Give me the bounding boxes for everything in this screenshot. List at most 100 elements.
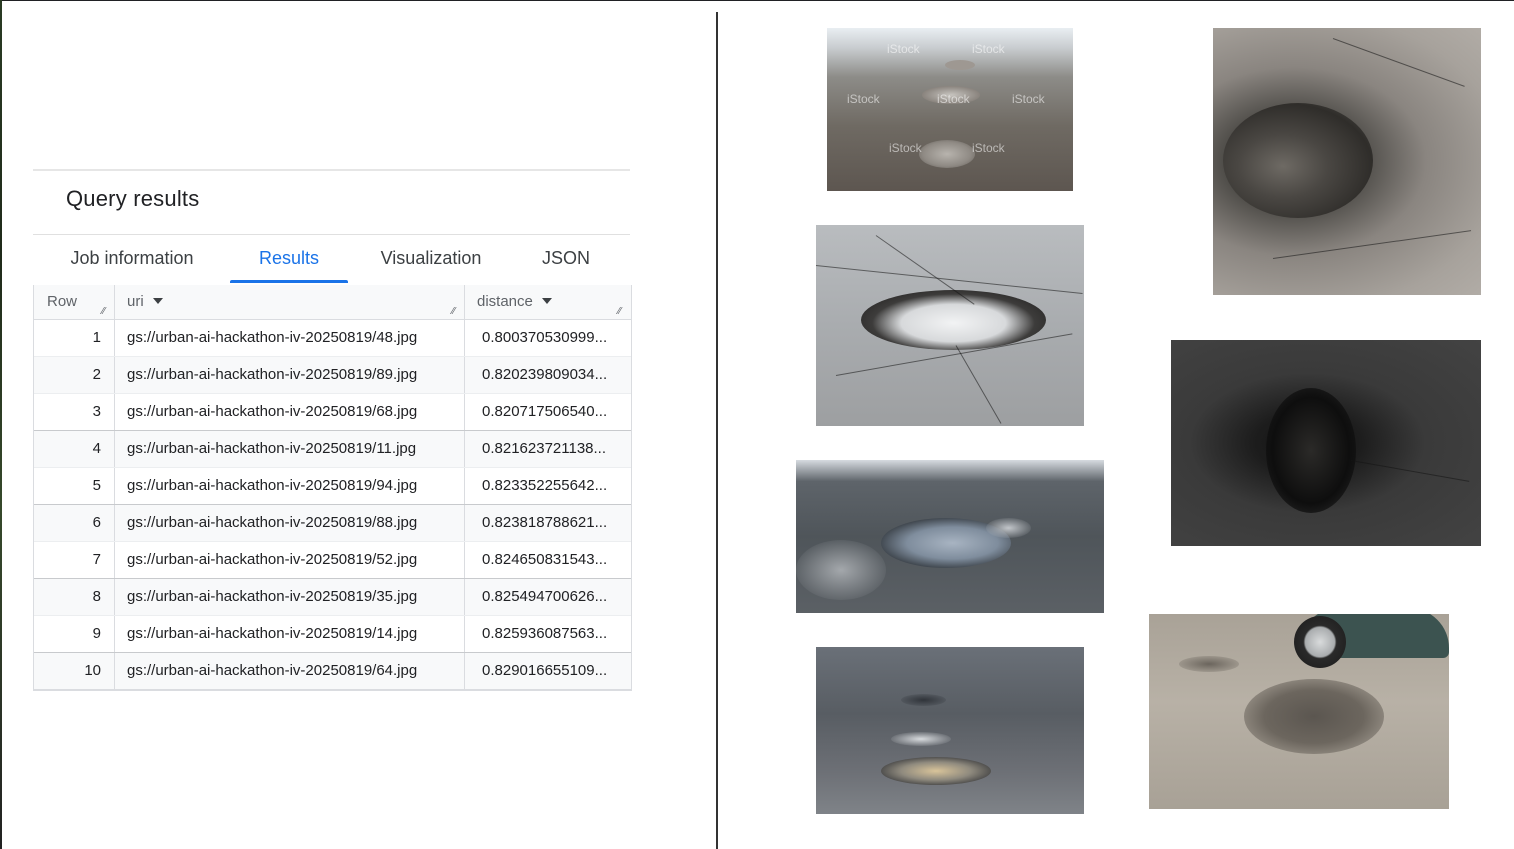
table-row[interactable]: 10 gs://urban-ai-hackathon-iv-20250819/6… [34, 653, 631, 689]
istock-watermark: iStock [847, 92, 880, 106]
table-row[interactable]: 2 gs://urban-ai-hackathon-iv-20250819/89… [34, 357, 631, 394]
cell-separator [114, 320, 115, 356]
uri-cell[interactable]: gs://urban-ai-hackathon-iv-20250819/14.j… [127, 616, 462, 652]
crack-line [1350, 460, 1470, 482]
pothole-crater [1266, 388, 1356, 513]
column-header-distance-label: distance [477, 293, 533, 310]
distance-cell[interactable]: 0.823818788621... [482, 505, 622, 541]
distance-cell[interactable]: 0.800370530999... [482, 320, 622, 356]
crack-line [1332, 38, 1465, 87]
water-puddle [891, 732, 951, 746]
cell-separator [114, 468, 115, 504]
column-header-uri-label: uri [127, 293, 144, 310]
crack-line [955, 345, 1002, 424]
row-number: 10 [84, 662, 101, 679]
uri-cell[interactable]: gs://urban-ai-hackathon-iv-20250819/48.j… [127, 320, 462, 356]
cell-separator [114, 431, 115, 467]
table-row[interactable]: 4 gs://urban-ai-hackathon-iv-20250819/11… [34, 431, 631, 468]
cracked-pavement [796, 540, 886, 600]
pothole-crater [1244, 679, 1384, 754]
cell-separator [464, 357, 465, 393]
distance-cell[interactable]: 0.829016655109... [482, 653, 622, 689]
table-row[interactable]: 7 gs://urban-ai-hackathon-iv-20250819/52… [34, 542, 631, 579]
column-header-uri[interactable]: uri [127, 285, 163, 319]
uri-cell[interactable]: gs://urban-ai-hackathon-iv-20250819/52.j… [127, 542, 462, 578]
istock-watermark: iStock [972, 141, 1005, 155]
column-header-row[interactable]: Row [47, 285, 77, 319]
row-number: 1 [92, 329, 101, 346]
column-resize-icon[interactable]: ⁄⁄ [452, 307, 462, 317]
table-body: 1 gs://urban-ai-hackathon-iv-20250819/48… [34, 320, 631, 689]
uri-cell[interactable]: gs://urban-ai-hackathon-iv-20250819/11.j… [127, 431, 462, 467]
vertical-divider [716, 12, 718, 849]
uri-cell[interactable]: gs://urban-ai-hackathon-iv-20250819/88.j… [127, 505, 462, 541]
pothole-photo-4 [1171, 340, 1481, 546]
table-row[interactable]: 3 gs://urban-ai-hackathon-iv-20250819/68… [34, 394, 631, 431]
distance-cell[interactable]: 0.825494700626... [482, 579, 622, 615]
distance-cell[interactable]: 0.820239809034... [482, 357, 622, 393]
table-row[interactable]: 6 gs://urban-ai-hackathon-iv-20250819/88… [34, 505, 631, 542]
cell-separator [464, 505, 465, 541]
water-puddle [919, 140, 975, 168]
cell-separator [464, 431, 465, 467]
cell-separator [114, 616, 115, 652]
column-separator [114, 285, 115, 319]
row-number: 5 [92, 477, 101, 494]
table-header: Row ⁄⁄ uri ⁄⁄ distance ⁄⁄ [34, 285, 631, 320]
row-number: 4 [92, 440, 101, 457]
cell-separator [114, 357, 115, 393]
row-number: 6 [92, 514, 101, 531]
pothole-photo-2 [1213, 28, 1481, 295]
caret-down-icon[interactable] [541, 298, 552, 304]
cell-separator [114, 653, 115, 689]
cell-separator [464, 653, 465, 689]
cell-separator [464, 579, 465, 615]
pothole-crater [1223, 103, 1373, 218]
cell-separator [114, 542, 115, 578]
panel-title: Query results [66, 186, 200, 211]
pothole-photo-3 [816, 225, 1084, 426]
table-row[interactable]: 5 gs://urban-ai-hackathon-iv-20250819/94… [34, 468, 631, 505]
uri-cell[interactable]: gs://urban-ai-hackathon-iv-20250819/35.j… [127, 579, 462, 615]
pothole-photo-7 [816, 647, 1084, 814]
cell-separator [114, 579, 115, 615]
table-row[interactable]: 8 gs://urban-ai-hackathon-iv-20250819/35… [34, 579, 631, 616]
water-puddle [861, 290, 1046, 350]
uri-cell[interactable]: gs://urban-ai-hackathon-iv-20250819/89.j… [127, 357, 462, 393]
uri-cell[interactable]: gs://urban-ai-hackathon-iv-20250819/64.j… [127, 653, 462, 689]
distance-cell[interactable]: 0.824650831543... [482, 542, 622, 578]
cell-separator [464, 320, 465, 356]
tab-job-information[interactable]: Job information [59, 235, 205, 283]
cell-separator [464, 616, 465, 652]
caret-down-icon[interactable] [152, 298, 163, 304]
uri-cell[interactable]: gs://urban-ai-hackathon-iv-20250819/94.j… [127, 468, 462, 504]
distance-cell[interactable]: 0.823352255642... [482, 468, 622, 504]
water-puddle [881, 757, 991, 785]
column-resize-icon[interactable]: ⁄⁄ [102, 307, 112, 317]
tab-visualization[interactable]: Visualization [373, 235, 489, 283]
cracked-pavement [986, 518, 1031, 538]
column-header-distance[interactable]: distance [477, 285, 552, 319]
tab-json[interactable]: JSON [533, 235, 599, 283]
panel-top-border [33, 169, 630, 171]
cell-separator [464, 394, 465, 430]
pothole-crater [1179, 656, 1239, 672]
row-number: 8 [92, 588, 101, 605]
window-left-border [0, 0, 2, 849]
tab-results[interactable]: Results [230, 235, 348, 283]
distance-cell[interactable]: 0.821623721138... [482, 431, 622, 467]
uri-cell[interactable]: gs://urban-ai-hackathon-iv-20250819/68.j… [127, 394, 462, 430]
distance-cell[interactable]: 0.820717506540... [482, 394, 622, 430]
crack-line [1272, 230, 1472, 259]
table-row[interactable]: 1 gs://urban-ai-hackathon-iv-20250819/48… [34, 320, 631, 357]
pothole-photo-1: iStock iStock iStock iStock iStock iStoc… [827, 28, 1073, 191]
istock-watermark: iStock [937, 92, 970, 106]
distance-cell[interactable]: 0.825936087563... [482, 616, 622, 652]
window-top-border [0, 0, 1514, 1]
table-row[interactable]: 9 gs://urban-ai-hackathon-iv-20250819/14… [34, 616, 631, 653]
column-resize-icon[interactable]: ⁄⁄ [618, 307, 628, 317]
pothole-photo-6 [1149, 614, 1449, 809]
istock-watermark: iStock [889, 141, 922, 155]
row-number: 3 [92, 403, 101, 420]
car-wheel [1294, 616, 1346, 668]
